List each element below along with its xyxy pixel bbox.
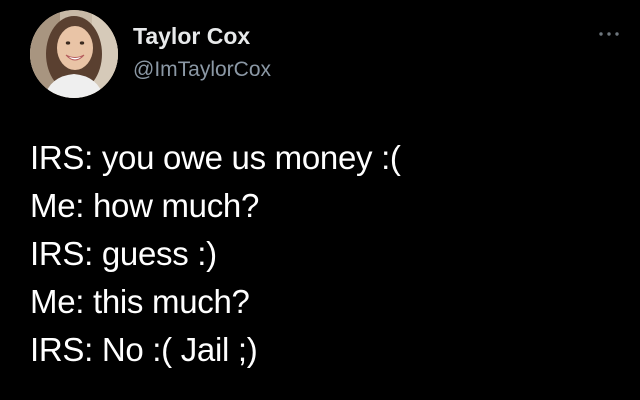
more-horizontal-icon: [599, 32, 619, 36]
tweet-line: Me: how much?: [30, 187, 260, 224]
tweet-line: Me: this much?: [30, 283, 250, 320]
tweet-line: IRS: No :( Jail ;): [30, 331, 258, 368]
tweet-line: IRS: you owe us money :(: [30, 139, 401, 176]
profile-photo-image: [30, 10, 118, 98]
tweet-text: IRS: you owe us money :( Me: how much? I…: [30, 134, 620, 374]
author-name[interactable]: Taylor Cox: [133, 25, 250, 48]
tweet-card: Taylor Cox @ImTaylorCox IRS: you owe us …: [0, 0, 640, 400]
author-handle[interactable]: @ImTaylorCox: [133, 59, 271, 80]
avatar[interactable]: [30, 10, 118, 98]
more-options-button[interactable]: [596, 26, 622, 42]
tweet-line: IRS: guess :): [30, 235, 217, 272]
